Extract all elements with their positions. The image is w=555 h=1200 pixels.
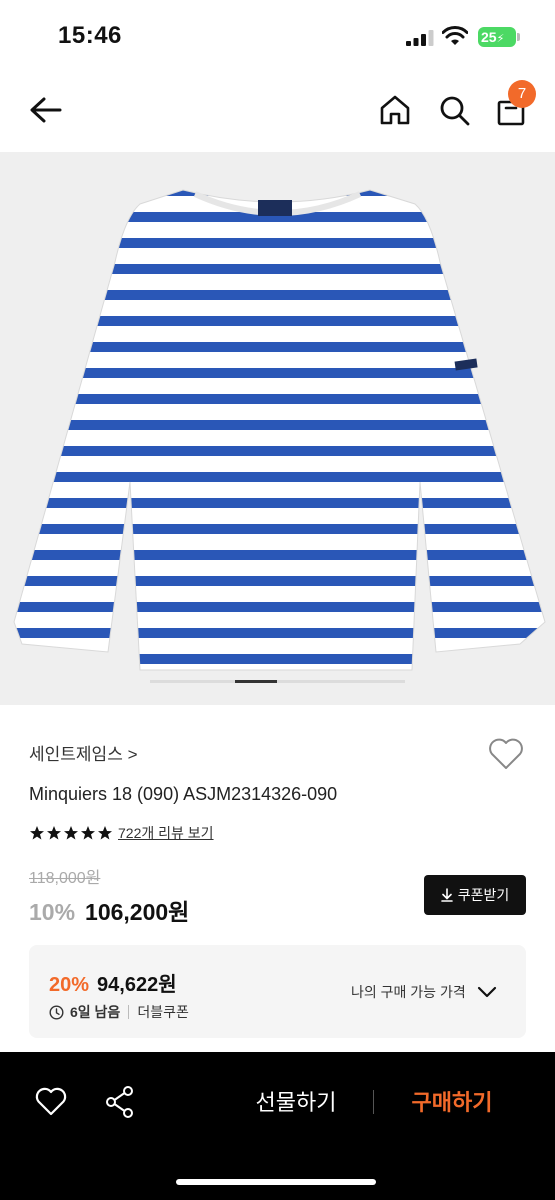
heart-icon[interactable] (487, 736, 525, 772)
download-icon (440, 888, 453, 902)
battery-nub (517, 33, 520, 41)
star-icon (81, 826, 95, 840)
my-price-label: 나의 구매 가능 가격 (351, 984, 466, 1000)
promo-price: 94,622원 (97, 974, 177, 996)
coupon-price-box: 20% 94,622원 6일 남음 더블쿠폰 나의 구매 가능 가격 (29, 945, 526, 1038)
image-pager-track (150, 680, 405, 683)
home-indicator[interactable] (176, 1179, 376, 1185)
status-time: 15:46 (58, 22, 122, 49)
original-price: 118,000원 (29, 870, 101, 887)
promo-rate: 20% (49, 974, 90, 996)
cellular-signal-icon (406, 30, 434, 46)
arrow-left-icon[interactable] (26, 92, 66, 128)
discount-rate: 10% (29, 899, 76, 925)
price-row: 10% 106,200원 (29, 893, 189, 927)
star-icon (64, 826, 78, 840)
clock-icon (49, 1004, 64, 1020)
brand-link[interactable]: 세인트제임스 > (29, 740, 138, 765)
coupon-type: 더블쿠폰 (137, 1004, 189, 1020)
product-name: Minquiers 18 (090) ASJM2314326-090 (29, 784, 338, 804)
my-price-toggle[interactable]: 나의 구매 가능 가격 (351, 982, 498, 1002)
home-icon[interactable] (378, 92, 412, 128)
battery-level: 25 (481, 29, 497, 45)
review-link[interactable]: 722개 리뷰 보기 (118, 823, 214, 843)
buy-button[interactable]: 구매하기 (392, 1086, 512, 1120)
cart-count-badge: 7 (508, 80, 536, 108)
charging-icon: ⚡ (496, 33, 505, 45)
share-icon[interactable] (104, 1085, 136, 1119)
image-pager-thumb (235, 680, 277, 683)
striped-shirt-image (13, 189, 546, 671)
chevron-down-icon (477, 986, 496, 998)
heart-icon[interactable] (34, 1086, 68, 1118)
bottom-action-bar: 선물하기 구매하기 (0, 1052, 555, 1200)
days-left: 6일 남음 (70, 1004, 121, 1020)
status-bar: 15:46 25⚡ (0, 0, 555, 70)
gift-button[interactable]: 선물하기 (236, 1086, 356, 1120)
rating-row: 722개 리뷰 보기 (29, 823, 214, 843)
promo-price-row: 20% 94,622원 (49, 968, 177, 997)
promo-meta: 6일 남음 더블쿠폰 (49, 1002, 189, 1022)
product-image[interactable] (0, 152, 555, 705)
divider (128, 1005, 130, 1019)
star-icon (47, 826, 61, 840)
rating-stars (29, 825, 113, 841)
brand-label (258, 200, 292, 216)
coupon-button-label: 쿠폰받기 (457, 887, 510, 903)
top-navigation (0, 70, 555, 152)
star-icon (30, 826, 44, 840)
battery-indicator: 25⚡ (478, 27, 516, 47)
sale-price: 106,200원 (85, 899, 190, 925)
divider (373, 1090, 374, 1114)
search-icon[interactable] (437, 92, 471, 128)
coupon-download-button[interactable]: 쿠폰받기 (424, 875, 526, 915)
star-icon (98, 826, 112, 840)
wifi-icon (442, 26, 468, 45)
